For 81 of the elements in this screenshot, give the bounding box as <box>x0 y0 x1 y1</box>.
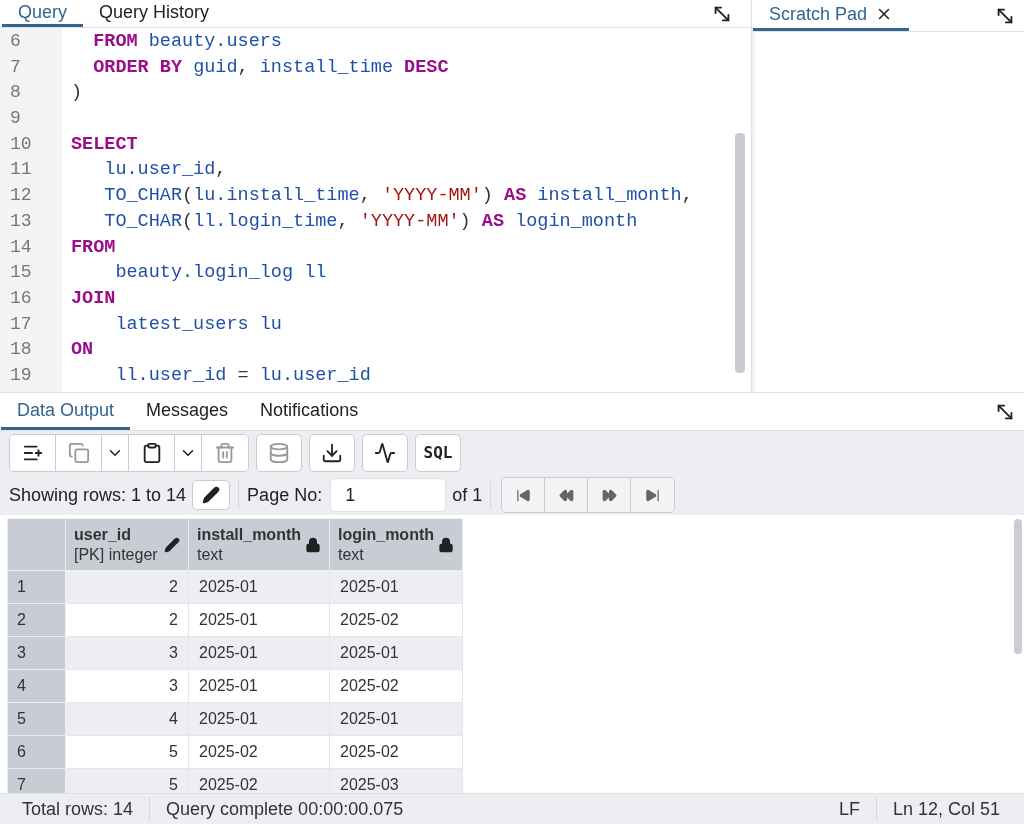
line-number: 11 <box>9 158 33 182</box>
table-cell: 2025-01 <box>188 669 330 703</box>
column-name: install_month <box>197 524 301 545</box>
scrollbar[interactable] <box>1014 519 1022 654</box>
row-number[interactable]: 1 <box>7 570 66 604</box>
fast-forward-icon <box>601 487 617 503</box>
table-cell: 5 <box>65 735 189 769</box>
line-number: 10 <box>9 132 33 156</box>
database-icon <box>268 442 290 464</box>
rewind-icon <box>558 487 574 503</box>
table-cell: 4 <box>65 702 189 736</box>
table-cell: 2025-01 <box>188 702 330 736</box>
copy-icon <box>67 442 90 464</box>
line-chart-icon <box>374 442 396 464</box>
column-header[interactable]: install_month text <box>188 518 330 571</box>
row-number[interactable]: 5 <box>7 702 66 736</box>
corner-header <box>7 518 66 571</box>
table-cell: 3 <box>65 636 189 670</box>
paste-button[interactable] <box>129 435 175 471</box>
table-cell: 2025-01 <box>188 636 330 670</box>
pencil-icon <box>164 536 180 553</box>
line-number: 9 <box>9 107 22 131</box>
column-name: user_id <box>74 524 132 545</box>
line-number: 16 <box>9 286 33 310</box>
table-cell: 2025-02 <box>329 603 463 637</box>
skip-forward-icon <box>645 487 661 503</box>
sql-button[interactable]: SQL <box>415 434 461 472</box>
column-header[interactable]: user_id [PK] integer <box>65 518 189 571</box>
cursor-position: Ln 12, Col 51 <box>891 797 1001 821</box>
line-number: 17 <box>9 312 33 336</box>
add-row-button[interactable] <box>10 435 56 471</box>
line-number: 12 <box>9 184 33 208</box>
column-header[interactable]: login_month text <box>329 518 463 571</box>
graph-button[interactable] <box>362 434 408 472</box>
column-type: text <box>338 544 365 565</box>
query-status: Query complete 00:00:00.075 <box>165 797 404 821</box>
row-number[interactable]: 4 <box>7 669 66 703</box>
table-cell: 2025-02 <box>188 735 330 769</box>
column-type: [PK] integer <box>74 544 158 565</box>
table-cell: 2025-02 <box>329 669 463 703</box>
page-input[interactable]: 1 <box>330 478 447 512</box>
skip-back-icon <box>515 487 531 503</box>
scrollbar[interactable] <box>735 133 745 373</box>
line-number: 14 <box>9 235 33 259</box>
table-cell: 2 <box>65 603 189 637</box>
table-cell: 2025-02 <box>329 735 463 769</box>
line-number: 6 <box>9 30 22 53</box>
row-number[interactable]: 7 <box>7 768 66 793</box>
pencil-icon <box>202 486 221 504</box>
line-number: 13 <box>9 209 33 233</box>
table-cell: 2025-01 <box>329 570 463 604</box>
table-cell: 2025-01 <box>188 603 330 637</box>
rows-label: Showing rows: 1 to 14 <box>9 483 187 507</box>
row-number[interactable]: 6 <box>7 735 66 769</box>
column-name: login_month <box>338 524 434 545</box>
table-cell: 2025-01 <box>329 636 463 670</box>
line-number: 19 <box>9 363 33 387</box>
line-number: 8 <box>9 81 22 105</box>
tab[interactable]: Messages <box>130 393 245 430</box>
column-type: text <box>197 544 224 565</box>
table-cell: 2 <box>65 570 189 604</box>
total-rows: Total rows: 14 <box>0 795 150 823</box>
lock-icon <box>438 536 454 553</box>
row-number[interactable]: 2 <box>7 603 66 637</box>
page-count: of 1 <box>452 483 483 507</box>
lock-icon <box>305 536 321 553</box>
trash-icon <box>214 442 236 464</box>
line-number: 15 <box>9 261 33 285</box>
row-number[interactable]: 3 <box>7 636 66 670</box>
table-cell: 2025-01 <box>188 570 330 604</box>
table-cell: 3 <box>65 669 189 703</box>
tab[interactable]: Notifications <box>244 393 375 430</box>
download-icon <box>321 442 343 464</box>
line-number: 18 <box>9 338 33 362</box>
table-cell: 2025-01 <box>329 702 463 736</box>
download-button[interactable] <box>309 434 355 472</box>
line-number: 7 <box>9 55 22 79</box>
line-ending: LF <box>838 797 861 821</box>
tab[interactable]: Query History <box>83 0 226 27</box>
page-label: Page No: <box>247 483 323 507</box>
edit-button[interactable] <box>192 480 231 510</box>
